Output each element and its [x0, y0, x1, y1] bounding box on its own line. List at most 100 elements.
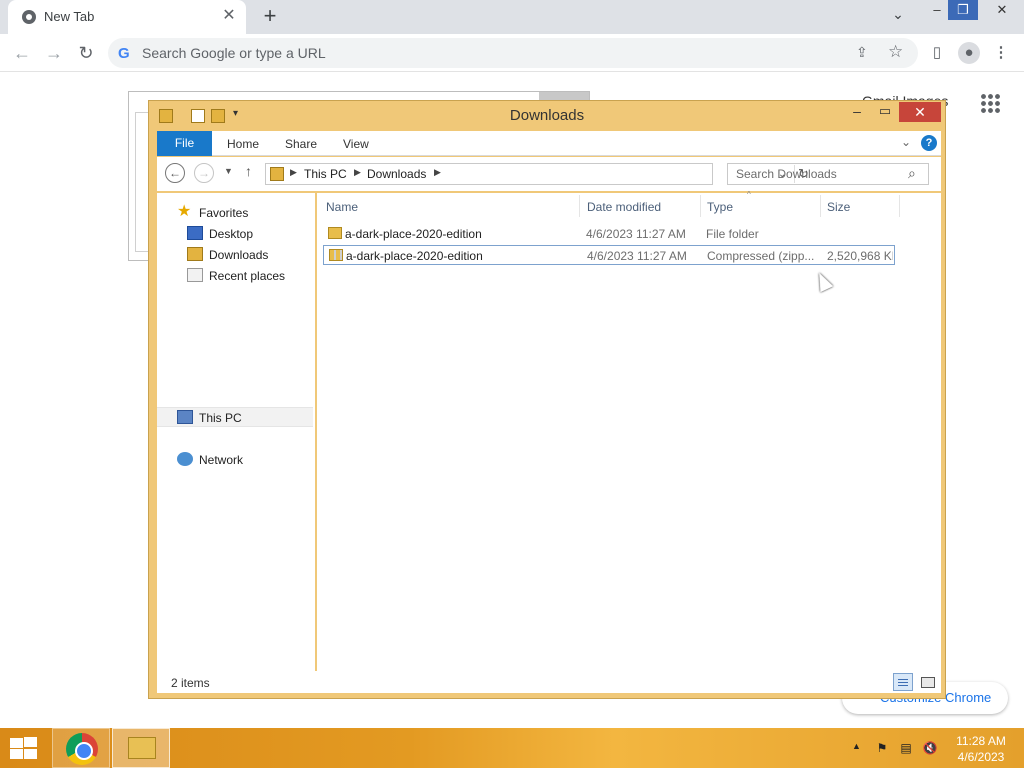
chrome-tab-strip: New Tab ✕ + ⌄ – ❐ ✕	[0, 0, 1024, 34]
forward-arrow-icon[interactable]: →	[42, 41, 66, 65]
file-list: Name Date modified Type ^ Size a-dark-pl…	[317, 190, 941, 671]
zip-folder-icon	[329, 249, 343, 261]
column-header-type[interactable]: Type	[707, 200, 733, 214]
tab-new-tab[interactable]: New Tab ✕	[8, 0, 246, 34]
column-header-size[interactable]: Size	[827, 200, 850, 214]
recent-locations-icon[interactable]: ▼	[224, 166, 233, 176]
tab-title: New Tab	[44, 9, 95, 24]
breadcrumb-chevron-icon[interactable]: ▶	[354, 167, 361, 178]
column-divider[interactable]	[820, 195, 821, 217]
nav-label: Downloads	[209, 248, 269, 262]
explorer-maximize-button[interactable]: ▭	[875, 103, 895, 123]
file-name: a-dark-place-2020-edition	[345, 227, 482, 241]
nav-this-pc-content: This PC	[177, 408, 297, 428]
profile-avatar-icon[interactable]: ●	[958, 42, 980, 64]
back-arrow-icon[interactable]: ←	[10, 41, 34, 65]
nav-item-network[interactable]: Network	[177, 450, 297, 470]
chrome-logo-icon	[66, 733, 98, 765]
taskbar-explorer-button[interactable]	[112, 728, 170, 768]
nav-item-recent-places[interactable]: Recent places	[187, 266, 297, 286]
tab-search-chevron-icon[interactable]: ⌄	[888, 6, 908, 26]
bookmark-star-icon[interactable]: ☆	[888, 42, 903, 62]
nav-label: Favorites	[199, 206, 249, 220]
desktop-icon	[187, 226, 203, 240]
column-header-date[interactable]: Date modified	[587, 200, 661, 214]
downloads-icon	[187, 247, 203, 261]
reload-icon[interactable]: ↻	[74, 41, 98, 65]
back-button[interactable]: ←	[165, 163, 185, 183]
chrome-favicon-icon	[22, 10, 36, 24]
side-panel-icon[interactable]: ▯	[926, 42, 948, 64]
column-divider[interactable]	[579, 195, 580, 217]
nav-item-desktop[interactable]: Desktop	[187, 224, 297, 244]
nav-label: Desktop	[209, 227, 254, 241]
chrome-menu-icon[interactable]: ⋮	[990, 42, 1012, 64]
column-divider[interactable]	[700, 195, 701, 217]
address-bar[interactable]: ▶ This PC ▶ Downloads ▶ ⌄ ↻	[265, 163, 809, 185]
star-icon: ★	[177, 203, 192, 220]
breadcrumb-downloads[interactable]: Downloads	[367, 167, 426, 181]
breadcrumb-chevron-icon[interactable]: ▶	[434, 167, 441, 178]
file-name: a-dark-place-2020-edition	[346, 249, 483, 263]
taskbar-clock[interactable]: 11:28 AM 4/6/2023	[946, 733, 1016, 765]
breadcrumb-this-pc[interactable]: This PC	[304, 167, 347, 181]
ribbon: File Home Share View ⌄ ?	[157, 131, 941, 156]
search-icon: ⌕	[908, 165, 916, 181]
details-view-icon[interactable]	[893, 673, 913, 691]
action-center-flag-icon[interactable]: ⚑	[874, 740, 890, 756]
recent-places-icon	[187, 268, 203, 282]
tab-home[interactable]: Home	[227, 137, 259, 151]
explorer-window: ▾ Downloads – ▭ ✕ File Home Share View ⌄…	[148, 100, 946, 699]
taskbar-chrome-button[interactable]	[52, 728, 110, 768]
large-icons-view-icon[interactable]	[917, 673, 937, 691]
search-input[interactable]: Search Downloads ⌕	[727, 163, 929, 185]
file-date: 4/6/2023 11:27 AM	[586, 227, 686, 241]
tab-close-icon[interactable]: ✕	[220, 7, 238, 25]
table-row[interactable]: a-dark-place-2020-edition 4/6/2023 11:27…	[323, 245, 895, 265]
clock-time: 11:28 AM	[956, 734, 1006, 748]
windows-start-icon[interactable]	[8, 737, 38, 759]
nav-item-favorites[interactable]: ★ Favorites	[177, 203, 297, 223]
volume-muted-icon[interactable]: 🔇	[922, 740, 938, 756]
table-row[interactable]: a-dark-place-2020-edition 4/6/2023 11:27…	[323, 224, 895, 244]
file-explorer-icon	[128, 737, 156, 759]
forward-button[interactable]: →	[194, 163, 214, 183]
file-type: File folder	[706, 227, 759, 241]
clock-date: 4/6/2023	[957, 750, 1005, 764]
chrome-restore-button[interactable]: ❐	[948, 0, 978, 20]
omnibox-input[interactable]: Search Google or type a URL	[142, 45, 326, 61]
column-header-name[interactable]: Name	[326, 200, 358, 214]
up-arrow-icon[interactable]: ↑	[245, 163, 252, 179]
explorer-close-button[interactable]: ✕	[899, 102, 941, 122]
tab-file[interactable]: File	[157, 131, 212, 156]
file-date: 4/6/2023 11:27 AM	[587, 249, 687, 263]
chrome-close-button[interactable]: ✕	[980, 0, 1024, 20]
search-placeholder: Search Downloads	[736, 167, 837, 181]
nav-item-downloads[interactable]: Downloads	[187, 245, 297, 265]
nav-label: Recent places	[209, 269, 286, 283]
nav-item-this-pc[interactable]: This PC	[157, 407, 313, 427]
nav-label: Network	[199, 453, 244, 467]
new-tab-button[interactable]: +	[258, 5, 282, 29]
share-icon[interactable]: ⇪	[856, 44, 868, 61]
tab-view[interactable]: View	[343, 137, 369, 151]
downloads-folder-icon	[270, 167, 284, 181]
omnibox[interactable]: G Search Google or type a URL ⇪ ☆	[108, 38, 918, 68]
breadcrumb-chevron-icon[interactable]: ▶	[290, 167, 297, 178]
item-count: 2 items	[171, 676, 210, 690]
network-tray-icon[interactable]: ▤	[898, 740, 914, 756]
ribbon-expand-chevron-icon[interactable]: ⌄	[901, 135, 911, 149]
help-icon[interactable]: ?	[921, 135, 937, 151]
show-hidden-icons-icon[interactable]: ▲	[852, 741, 861, 751]
taskbar: ▲ ⚑ ▤ 🔇 11:28 AM 4/6/2023	[0, 728, 1024, 768]
explorer-titlebar[interactable]: ▾ Downloads – ▭ ✕	[149, 101, 945, 131]
explorer-minimize-button[interactable]: –	[847, 103, 867, 123]
nav-label: This PC	[199, 411, 242, 425]
network-icon	[177, 452, 193, 466]
file-size: 2,520,968 KB	[827, 249, 893, 263]
google-apps-icon[interactable]	[980, 93, 1000, 113]
tab-share[interactable]: Share	[285, 137, 317, 151]
column-divider[interactable]	[899, 195, 900, 217]
navigation-pane: ★ Favorites Desktop Downloads Recent pla…	[157, 193, 315, 671]
folder-icon	[328, 227, 342, 239]
